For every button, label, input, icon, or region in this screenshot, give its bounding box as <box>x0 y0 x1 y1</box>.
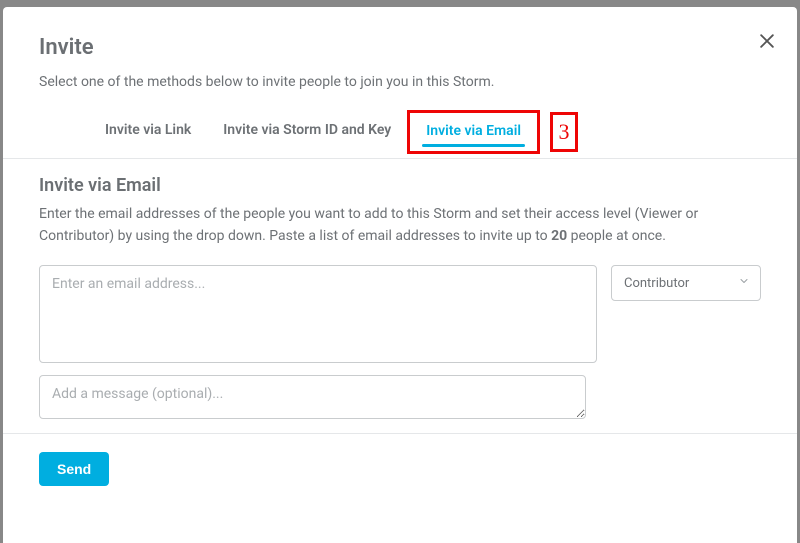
modal-subtitle: Select one of the methods below to invit… <box>39 74 761 90</box>
modal-title: Invite <box>39 35 761 60</box>
access-level-select[interactable]: Contributor <box>611 265 761 301</box>
modal-header: Invite Select one of the methods below t… <box>3 7 797 158</box>
tabs: Invite via Link Invite via Storm ID and … <box>39 110 761 154</box>
tab-invite-link[interactable]: Invite via Link <box>89 112 207 152</box>
panel-description: Enter the email addresses of the people … <box>39 204 761 247</box>
invite-modal: Invite Select one of the methods below t… <box>3 7 797 543</box>
panel-title: Invite via Email <box>39 175 761 196</box>
panel-desc-post: people at once. <box>567 228 666 244</box>
email-input[interactable] <box>39 265 597 363</box>
close-icon <box>757 31 777 51</box>
annotation-step-badge: 3 <box>550 112 578 152</box>
close-button[interactable] <box>757 31 777 51</box>
tab-invite-storm-id[interactable]: Invite via Storm ID and Key <box>207 112 407 152</box>
form-row: Contributor <box>39 265 761 363</box>
modal-footer: Send <box>3 434 797 486</box>
annotation-highlight-box: Invite via Email <box>407 110 540 154</box>
panel-desc-bold: 20 <box>551 228 567 244</box>
chevron-down-icon <box>738 275 750 291</box>
message-input[interactable] <box>39 375 586 419</box>
send-button[interactable]: Send <box>39 452 109 486</box>
tab-invite-email[interactable]: Invite via Email <box>412 113 535 151</box>
email-panel: Invite via Email Enter the email address… <box>3 159 797 433</box>
access-level-value: Contributor <box>624 276 689 291</box>
